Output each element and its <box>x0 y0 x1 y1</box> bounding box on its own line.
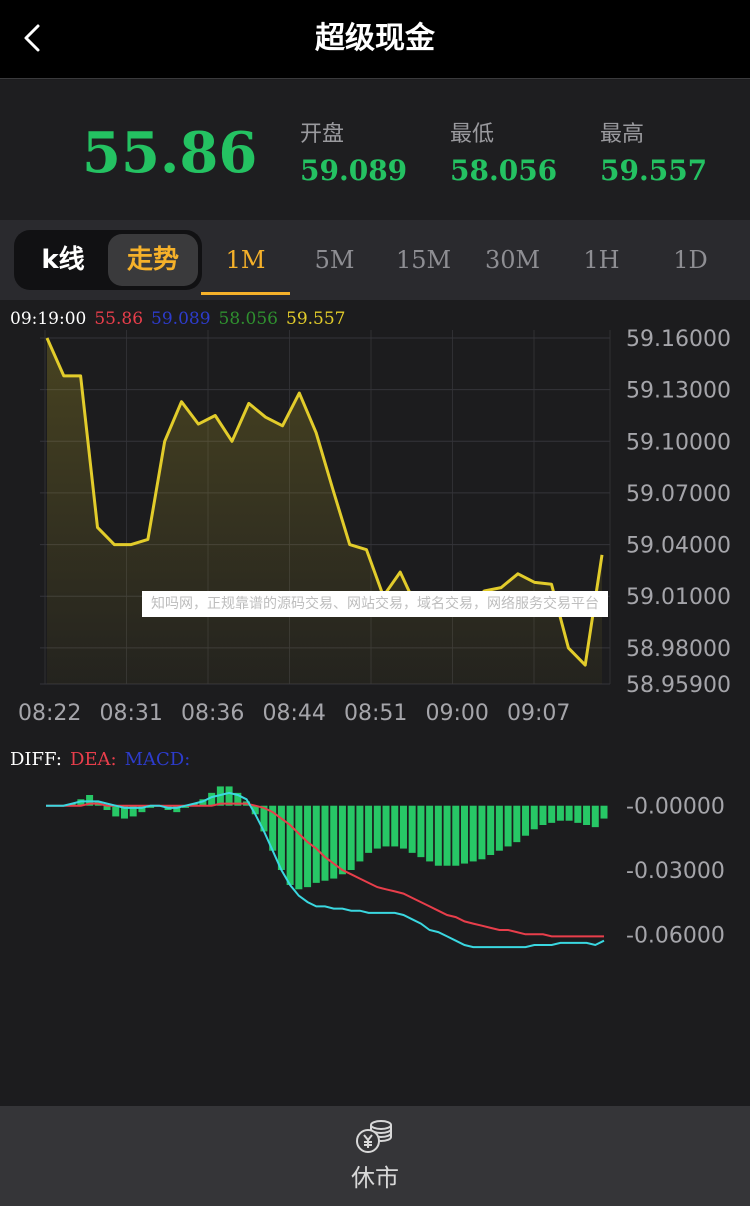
macd-histogram-bar <box>452 805 460 866</box>
macd-histogram-bar <box>600 805 608 819</box>
macd-y-tick-label: -0.06000 <box>626 923 725 948</box>
macd-label: MACD: <box>124 749 191 770</box>
macd-histogram-bar <box>443 805 451 866</box>
macd-histogram-bar <box>373 805 381 849</box>
macd-histogram-bar <box>522 805 530 836</box>
price-y-tick-label: 59.13000 <box>626 379 731 404</box>
price-chart[interactable]: 59.16000 59.13000 59.10000 59.07000 59.04000… <box>0 300 750 750</box>
price-x-tick-label: 08:36 <box>181 701 244 726</box>
chart-mode-toggle: k线 走势 <box>14 230 202 290</box>
macd-chart[interactable]: -0.00000 -0.03000 -0.06000 <box>0 780 750 980</box>
active-tab-indicator <box>201 292 290 295</box>
macd-histogram-bar <box>391 805 399 847</box>
low-value: 58.056 <box>450 154 558 187</box>
macd-histogram-bar <box>504 805 512 847</box>
high-stat: 最高 59.557 <box>600 116 707 187</box>
header-bar: 超级现金 <box>0 0 750 79</box>
macd-histogram-bar <box>277 805 285 870</box>
price-y-tick-label: 59.10000 <box>626 430 731 455</box>
macd-histogram-bar <box>591 805 599 828</box>
macd-histogram-bar <box>574 805 582 823</box>
macd-histogram-bar <box>461 805 468 864</box>
price-y-tick-label: 59.04000 <box>626 534 731 559</box>
interval-tab-30m[interactable]: 30M <box>468 220 557 300</box>
macd-y-tick-label: -0.03000 <box>626 859 725 884</box>
price-x-tick-label: 09:07 <box>507 701 570 726</box>
macd-histogram-bar <box>539 805 547 825</box>
price-x-tick-label: 08:22 <box>18 701 81 726</box>
trend-tab[interactable]: 走势 <box>108 234 198 286</box>
low-stat: 最低 58.056 <box>450 116 557 187</box>
macd-histogram-bar <box>312 805 320 883</box>
macd-histogram-bar <box>487 805 495 855</box>
macd-histogram-bar <box>548 805 556 823</box>
kline-tab[interactable]: k线 <box>18 234 108 286</box>
coins-icon <box>356 1120 392 1153</box>
bottom-bar: 休市 <box>0 1106 750 1206</box>
price-x-tick-label: 08:44 <box>263 701 326 726</box>
macd-histogram-bar <box>365 805 373 853</box>
page-title: 超级现金 <box>315 21 435 56</box>
macd-histogram-bar <box>513 805 521 843</box>
macd-histogram-bar <box>495 805 503 851</box>
macd-histogram-bar <box>330 805 338 879</box>
open-stat: 开盘 59.089 <box>300 116 407 187</box>
macd-histogram-bar <box>478 805 486 860</box>
macd-legend: DIFF: DEA: MACD: <box>10 749 198 770</box>
interval-tab-1h[interactable]: 1H <box>557 220 646 300</box>
price-y-tick-label: 58.95900 <box>626 673 731 698</box>
high-label: 最高 <box>600 122 645 147</box>
watermark-banner: 知吗网，正规靠谱的源码交易、网站交易，域名交易，网络服务交易平台 <box>142 591 608 617</box>
dea-label: DEA: <box>69 749 117 770</box>
macd-histogram-bar <box>304 805 312 888</box>
high-value: 59.557 <box>600 154 708 187</box>
macd-histogram-bar <box>417 805 425 858</box>
macd-histogram-bar <box>530 805 538 830</box>
macd-histogram-bar <box>399 805 407 849</box>
market-closed-label: 休市 <box>351 1164 399 1192</box>
macd-histogram-bar <box>556 805 564 821</box>
macd-histogram-bar <box>338 805 346 875</box>
quote-summary: 55.86 开盘 59.089 最低 58.056 最高 59.557 <box>0 80 750 220</box>
price-y-tick-label: 59.16000 <box>626 327 731 352</box>
macd-y-tick-label: -0.00000 <box>626 795 725 820</box>
macd-histogram-bar <box>295 805 303 890</box>
open-label: 开盘 <box>300 122 345 147</box>
price-x-tick-label: 09:00 <box>426 701 489 726</box>
diff-label: DIFF: <box>10 749 62 770</box>
macd-histogram-bar <box>347 805 355 870</box>
macd-histogram-bar <box>321 805 329 881</box>
price-x-tick-label: 08:31 <box>100 701 163 726</box>
interval-tab-1d[interactable]: 1D <box>646 220 735 300</box>
price-y-tick-label: 58.98000 <box>626 637 731 662</box>
chart-tabs: k线 走势 1M 5M 15M 30M 1H 1D <box>0 220 750 300</box>
macd-histogram-bar <box>408 805 416 853</box>
macd-histogram-bar <box>583 805 591 825</box>
interval-tab-15m[interactable]: 15M <box>379 220 468 300</box>
macd-histogram-bar <box>382 805 390 847</box>
macd-histogram-bar <box>469 805 477 862</box>
interval-tab-1m[interactable]: 1M <box>201 220 290 300</box>
macd-histogram-bar <box>565 805 573 821</box>
price-y-tick-label: 59.01000 <box>626 585 731 610</box>
macd-histogram-bar <box>426 805 434 862</box>
price-x-tick-label: 08:51 <box>344 701 407 726</box>
macd-histogram-bar <box>434 805 442 866</box>
macd-histogram-bar <box>286 805 294 885</box>
low-label: 最低 <box>450 122 495 147</box>
interval-tab-5m[interactable]: 5M <box>290 220 379 300</box>
price-y-tick-label: 59.07000 <box>626 482 731 507</box>
current-price: 55.86 <box>82 120 258 186</box>
macd-histogram-bar <box>356 805 364 862</box>
open-value: 59.089 <box>300 154 408 187</box>
